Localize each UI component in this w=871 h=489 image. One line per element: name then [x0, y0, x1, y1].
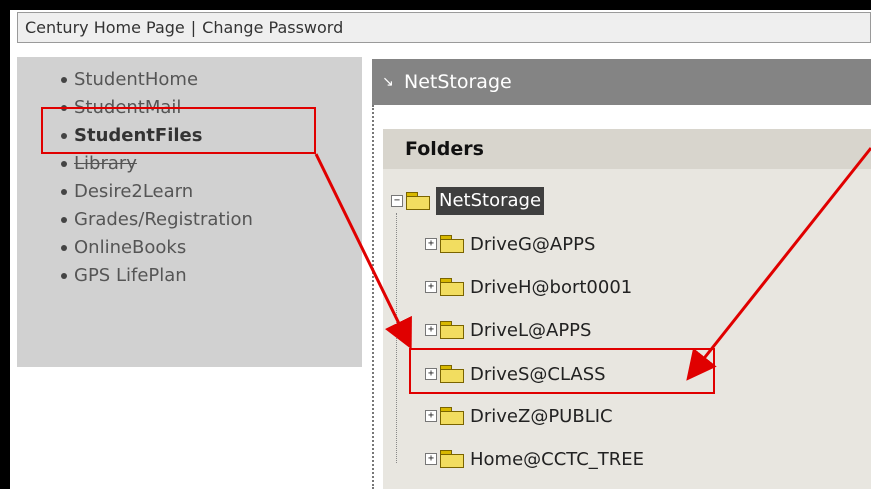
tree-item-driveh[interactable]: + DriveH@bort0001	[425, 271, 632, 303]
change-password-link[interactable]: Change Password	[202, 18, 343, 37]
netstorage-header: ↘ NetStorage	[372, 59, 871, 105]
expand-icon[interactable]: +	[425, 453, 437, 465]
tree-item-drivez[interactable]: + DriveZ@PUBLIC	[425, 400, 613, 432]
expand-icon[interactable]: +	[425, 281, 437, 293]
nav-item-library[interactable]: Library	[61, 150, 362, 178]
link-separator: |	[190, 18, 197, 37]
nav-item-onlinebooks[interactable]: OnlineBooks	[61, 234, 362, 262]
folders-panel: Folders − NetStorage + DriveG@APPS + Dri…	[383, 129, 871, 489]
panel-divider	[372, 105, 374, 489]
tree-item-label[interactable]: DriveH@bort0001	[470, 277, 632, 298]
tree-item-label[interactable]: DriveG@APPS	[470, 234, 595, 255]
tree-item-home[interactable]: + Home@CCTC_TREE	[425, 443, 644, 475]
nav-item-desire2learn[interactable]: Desire2Learn	[61, 178, 362, 206]
folder-icon	[440, 450, 464, 468]
student-nav-panel: StudentHome StudentMail StudentFiles Lib…	[17, 57, 362, 367]
nav-item-gps-lifeplan[interactable]: GPS LifePlan	[61, 262, 362, 290]
netstorage-title: NetStorage	[404, 71, 512, 93]
folder-icon	[440, 407, 464, 425]
folder-icon	[440, 321, 464, 339]
tree-item-drivel[interactable]: + DriveL@APPS	[425, 314, 591, 346]
netstorage-panel: ↘ NetStorage Folders − NetStorage + Drive…	[372, 59, 871, 489]
top-link-bar: Century Home Page | Change Password	[17, 12, 871, 43]
folder-icon	[440, 278, 464, 296]
window-frame-top	[0, 0, 871, 10]
tree-item-label[interactable]: DriveL@APPS	[470, 320, 591, 341]
student-nav-list: StudentHome StudentMail StudentFiles Lib…	[17, 57, 362, 290]
tree-root-label[interactable]: NetStorage	[436, 187, 545, 215]
folder-icon	[440, 235, 464, 253]
highlight-box-studentfiles	[41, 107, 316, 154]
tree-item-driveg[interactable]: + DriveG@APPS	[425, 228, 595, 260]
nav-item-studenthome[interactable]: StudentHome	[61, 66, 362, 94]
window-frame-left	[0, 0, 10, 489]
tree-item-label[interactable]: Home@CCTC_TREE	[470, 449, 644, 470]
expand-icon[interactable]: +	[425, 238, 437, 250]
folder-icon	[406, 192, 430, 210]
expand-icon[interactable]: +	[425, 324, 437, 336]
century-home-link[interactable]: Century Home Page	[25, 18, 185, 37]
highlight-box-drives	[409, 348, 715, 394]
collapse-arrow-icon[interactable]: ↘	[372, 59, 404, 105]
expand-icon[interactable]: +	[425, 410, 437, 422]
nav-item-grades-registration[interactable]: Grades/Registration	[61, 206, 362, 234]
collapse-icon[interactable]: −	[391, 195, 403, 207]
folders-heading: Folders	[383, 129, 871, 169]
tree-item-label[interactable]: DriveZ@PUBLIC	[470, 406, 613, 427]
tree-guide-line	[396, 213, 397, 463]
tree-root-row[interactable]: − NetStorage	[391, 185, 545, 217]
